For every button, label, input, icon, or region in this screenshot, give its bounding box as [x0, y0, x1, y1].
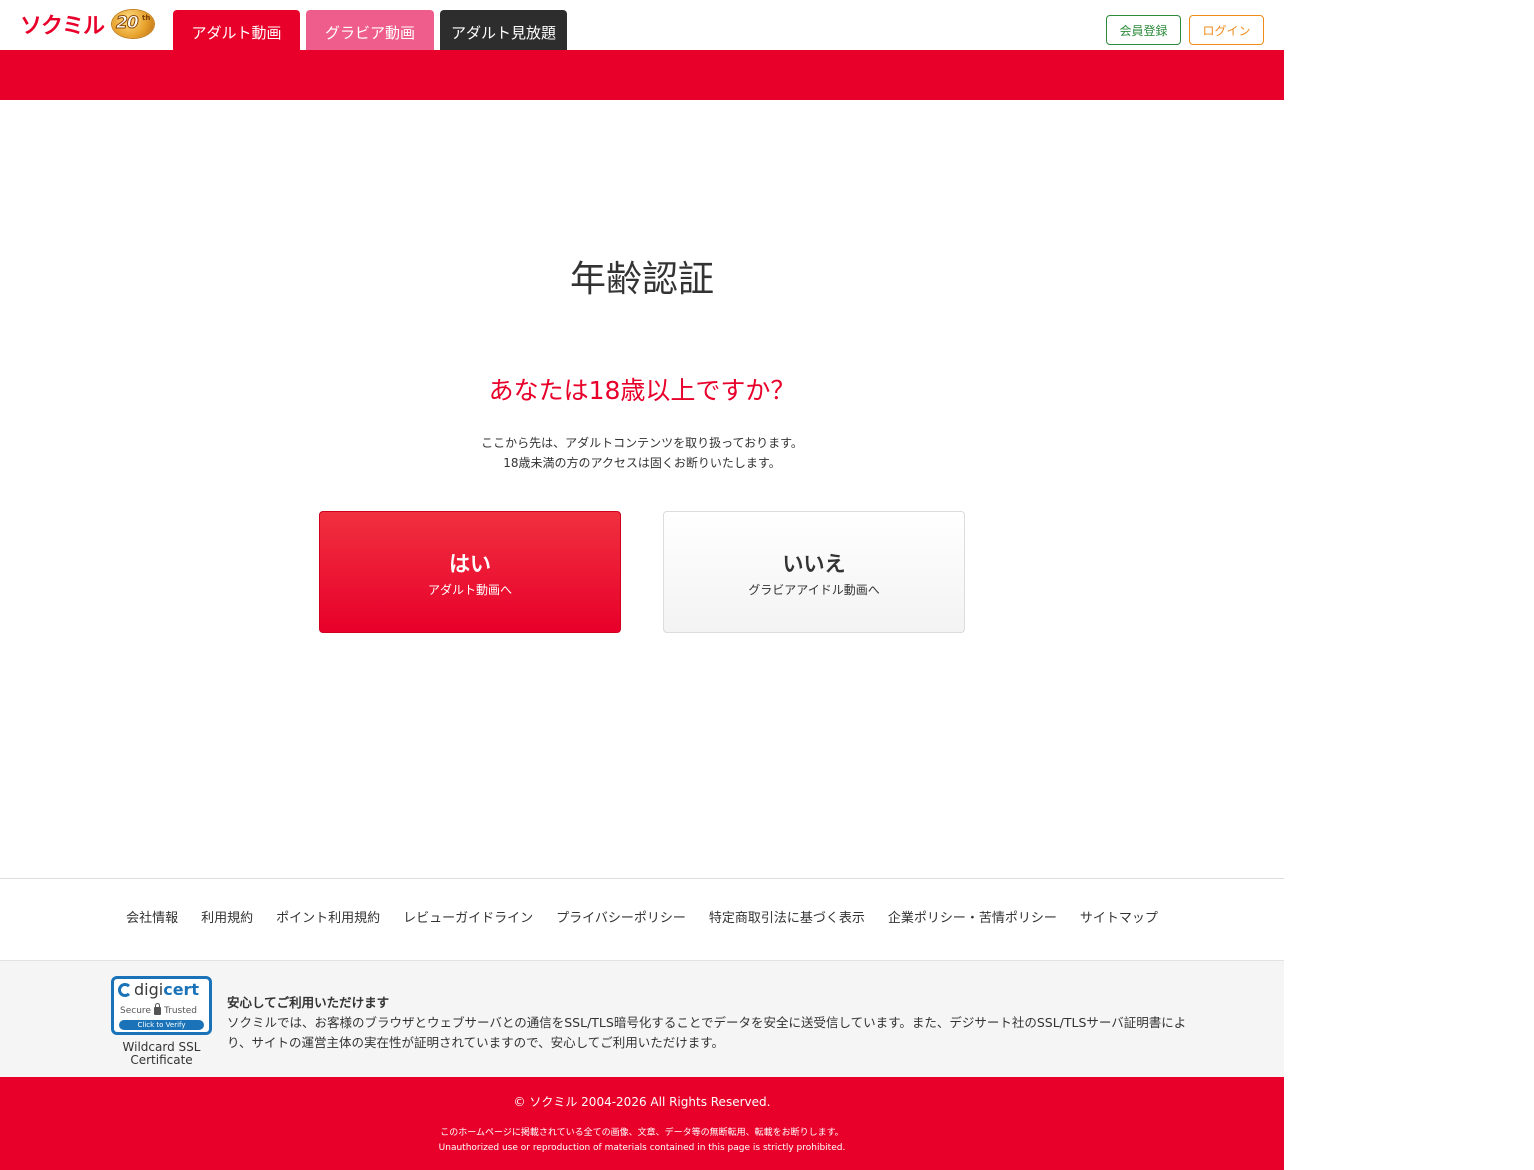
digicert-brand-digi: digi [134, 980, 164, 999]
anniversary-badge-number: 20 [116, 13, 140, 34]
no-button[interactable]: いいえ グラビアアイドル動画へ [663, 511, 965, 633]
no-button-sublabel: グラビアアイドル動画へ [748, 583, 880, 598]
register-button[interactable]: 会員登録 [1106, 15, 1181, 45]
digicert-secure-trusted: Secure Trusted [120, 1003, 197, 1016]
reproduction-notice: このホームページに掲載されている全ての画像、文章、データ等の無断転用、転載をお断… [0, 1126, 1284, 1156]
footer-link-company[interactable]: 会社情報 [126, 909, 178, 929]
footer-links: 会社情報 利用規約 ポイント利用規約 レビューガイドライン プライバシーポリシー… [0, 909, 1284, 929]
ssl-heading: 安心してご利用いただけます [227, 995, 390, 1010]
ssl-body: ソクミルでは、お客様のブラウザとウェブサーバとの通信をSSL/TLS暗号化するこ… [227, 1015, 1187, 1050]
age-notice-line-2: 18歳未満の方のアクセスは固くお断りいたします。 [503, 456, 781, 470]
page: ソクミル 20 th アダルト動画 グラビア動画 アダルト見放題 会員登録 ログ… [0, 0, 1284, 1170]
category-tabs: アダルト動画 グラビア動画 アダルト見放題 [173, 10, 567, 50]
digicert-trusted-text: Trusted [163, 1006, 197, 1016]
age-question: あなたは18歳以上ですか？ [488, 376, 796, 405]
ssl-description: 安心してご利用いただけます ソクミルでは、お客様のブラウザとウェブサーバとの通信… [227, 993, 1187, 1053]
header-red-band [0, 50, 1284, 100]
digicert-ring-icon [118, 983, 132, 997]
age-notice: ここから先は、アダルトコンテンツを取り扱っております。 18歳未満の方のアクセス… [0, 433, 1284, 473]
digicert-seal[interactable]: digi cert Secure Trusted Click to Verify … [111, 976, 212, 1067]
footer-link-review-guidelines[interactable]: レビューガイドライン [403, 909, 533, 929]
footer-link-point-terms[interactable]: ポイント利用規約 [276, 909, 380, 929]
no-button-label: いいえ [782, 552, 846, 577]
anniversary-badge-icon: 20 th [108, 10, 156, 40]
footer-link-sitemap[interactable]: サイトマップ [1080, 909, 1158, 929]
footer-link-privacy[interactable]: プライバシーポリシー [556, 909, 686, 929]
age-notice-line-1: ここから先は、アダルトコンテンツを取り扱っております。 [481, 436, 803, 450]
logo-text: ソクミル [20, 14, 105, 39]
yes-button[interactable]: はい アダルト動画へ [319, 511, 621, 633]
digicert-verify-button[interactable]: Click to Verify [119, 1020, 204, 1030]
digicert-secure-text: Secure [120, 1006, 151, 1016]
digicert-brand-cert: cert [163, 980, 200, 999]
footer-link-corporate-policy[interactable]: 企業ポリシー・苦情ポリシー [888, 909, 1057, 929]
footer-divider [0, 878, 1284, 879]
reproduction-notice-en: Unauthorized use or reproduction of mate… [438, 1143, 846, 1153]
digicert-badge: digi cert Secure Trusted Click to Verify [111, 976, 212, 1035]
tab-adult-video[interactable]: アダルト動画 [173, 10, 300, 50]
footer-link-terms[interactable]: 利用規約 [201, 909, 253, 929]
tab-gravure-video[interactable]: グラビア動画 [306, 10, 434, 50]
tab-adult-unlimited[interactable]: アダルト見放題 [440, 10, 567, 50]
lock-icon [153, 1003, 161, 1015]
reproduction-notice-jp: このホームページに掲載されている全ての画像、文章、データ等の無断転用、転載をお断… [440, 1128, 844, 1138]
digicert-caption-line-2: Certificate [130, 1053, 193, 1067]
copyright-footer: © ソクミル 2004-2026 All Rights Reserved. この… [0, 1077, 1284, 1170]
ssl-section: digi cert Secure Trusted Click to Verify … [0, 960, 1284, 1077]
site-logo[interactable]: ソクミル 20 th [20, 10, 156, 40]
yes-button-sublabel: アダルト動画へ [427, 583, 512, 598]
page-title: 年齢認証 [569, 259, 714, 300]
yes-button-label: はい [449, 552, 491, 577]
digicert-caption: Wildcard SSL Certificate [111, 1041, 212, 1067]
site-header: ソクミル 20 th アダルト動画 グラビア動画 アダルト見放題 会員登録 ログ… [0, 0, 1284, 50]
copyright-text: © ソクミル 2004-2026 All Rights Reserved. [513, 1095, 771, 1109]
digicert-logo: digi cert [118, 982, 199, 998]
anniversary-badge-suffix: th [142, 14, 151, 22]
footer-link-commerce-law[interactable]: 特定商取引法に基づく表示 [709, 909, 865, 929]
login-button[interactable]: ログイン [1189, 15, 1264, 45]
